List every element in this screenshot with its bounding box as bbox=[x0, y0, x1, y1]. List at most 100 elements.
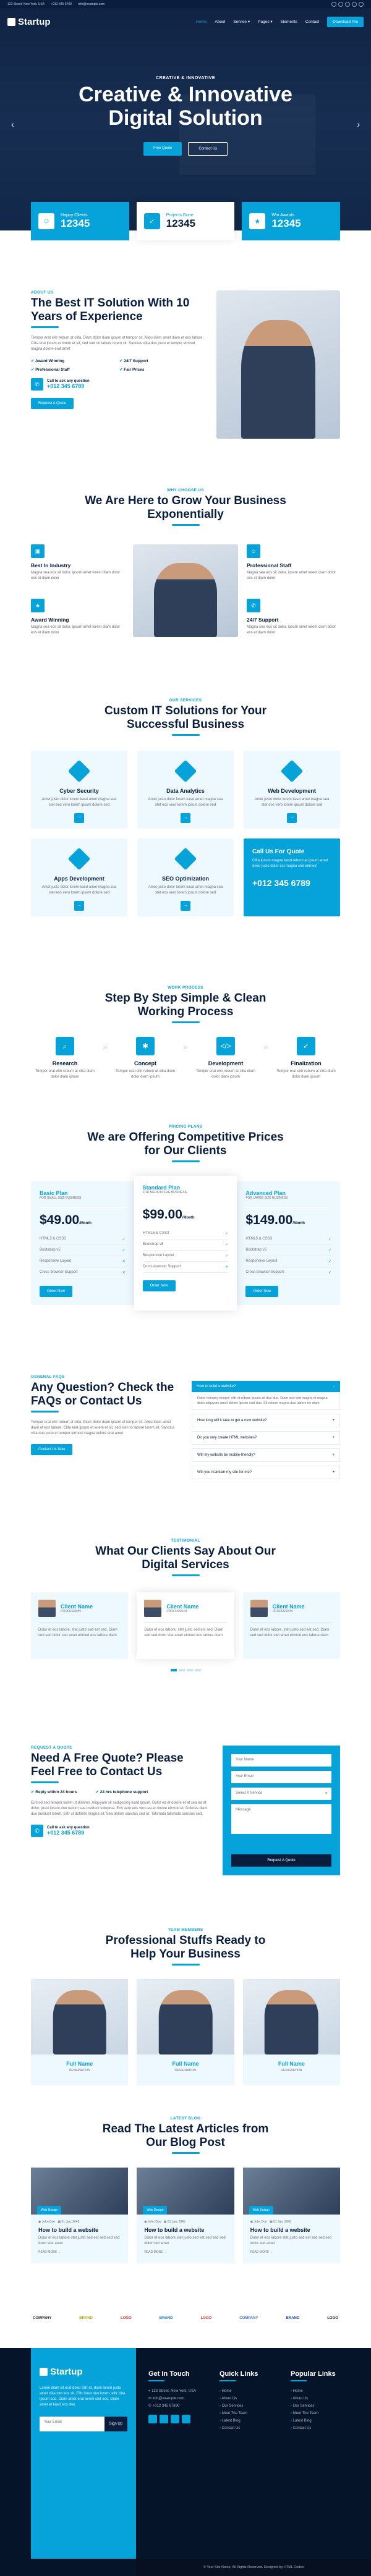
blog-excerpt: Dolor et eos labore stet justo sed est s… bbox=[250, 2236, 332, 2245]
request-quote-button[interactable]: Request A Quote bbox=[31, 398, 74, 409]
plan-name: Advanced Plan bbox=[245, 1190, 286, 1196]
nav-pages[interactable]: Pages ▾ bbox=[258, 19, 273, 24]
footer-link[interactable]: Home bbox=[220, 2388, 281, 2395]
footer-phone: +012 345 67890 bbox=[152, 2404, 180, 2408]
order-now-button[interactable]: Order Now bbox=[40, 1286, 73, 1297]
newsletter-email-input[interactable]: Your Email bbox=[40, 2417, 104, 2431]
check-icon: ✓ bbox=[225, 1243, 229, 1247]
faq-item[interactable]: How long will it take to get a new websi… bbox=[192, 1414, 340, 1427]
faq-open-question[interactable]: How to build a website? − bbox=[192, 1381, 340, 1392]
blog-tag[interactable]: Web Design bbox=[143, 2206, 168, 2215]
blog-card[interactable]: Web Design ◉ John Doe ▦ 01 Jan, 2045 How t… bbox=[137, 2168, 234, 2263]
arrow-right-icon[interactable]: → bbox=[74, 901, 84, 911]
read-more-link[interactable]: READ MORE → bbox=[144, 2250, 226, 2254]
plus-icon: + bbox=[332, 1471, 335, 1474]
order-now-button[interactable]: Order Now bbox=[245, 1286, 279, 1297]
youtube-icon[interactable] bbox=[359, 1, 364, 7]
service-card[interactable]: Web Development Amet justo dolor lorem ka… bbox=[244, 751, 340, 829]
nav-service[interactable]: Service ▾ bbox=[233, 19, 250, 24]
twitter-icon[interactable] bbox=[148, 2415, 157, 2423]
footer-link[interactable]: About Us bbox=[220, 2395, 281, 2402]
footer-link[interactable]: Latest Blog bbox=[291, 2417, 352, 2425]
facebook-icon[interactable] bbox=[338, 1, 343, 7]
instagram-icon[interactable] bbox=[182, 2415, 190, 2423]
faq-item[interactable]: Will you maintain my site for me? + bbox=[192, 1466, 340, 1479]
service-card[interactable]: Cyber Security Amet justo dolor lorem kas… bbox=[31, 751, 127, 829]
arrow-right-icon[interactable]: → bbox=[287, 813, 297, 823]
footer-link[interactable]: Our Services bbox=[220, 2402, 281, 2410]
cta-number[interactable]: +012 345 6789 bbox=[252, 878, 331, 888]
member-name: Full Name bbox=[278, 2061, 305, 2067]
nav-elements[interactable]: Elements bbox=[281, 20, 297, 24]
footer-link[interactable]: Meet The Team bbox=[220, 2410, 281, 2417]
footer-link[interactable]: Our Services bbox=[291, 2402, 352, 2410]
arrow-right-icon[interactable]: → bbox=[181, 813, 190, 823]
blog-card[interactable]: Web Design ◉ John Doe ▦ 01 Jan, 2045 How t… bbox=[242, 2168, 340, 2263]
carousel-dot[interactable] bbox=[186, 1669, 193, 1671]
email-input[interactable]: Your Email bbox=[231, 1771, 331, 1783]
plus-icon: + bbox=[332, 1419, 335, 1422]
arrow-right-icon[interactable]: → bbox=[181, 901, 190, 911]
nav-about[interactable]: About bbox=[215, 20, 225, 24]
message-textarea[interactable]: Message bbox=[231, 1804, 331, 1834]
read-more-link[interactable]: READ MORE → bbox=[250, 2250, 333, 2254]
blog-post-title[interactable]: How to build a website bbox=[38, 2227, 121, 2233]
footer-logo[interactable]: Startup bbox=[40, 2367, 127, 2377]
faq-item[interactable]: Do you only create HTML websites? + bbox=[192, 1431, 340, 1445]
linkedin-icon[interactable] bbox=[171, 2415, 179, 2423]
read-more-label: READ MORE bbox=[38, 2250, 58, 2254]
quote-feature: 24 hrs telephone support bbox=[95, 1789, 148, 1794]
arrow-right-icon[interactable]: → bbox=[74, 813, 84, 823]
plan-unit: /Month bbox=[79, 1222, 92, 1225]
service-select[interactable]: Select A Service ▾ bbox=[231, 1788, 331, 1800]
faq-answer: Dolor nonumy tempor elitr et rebum ipsum… bbox=[192, 1392, 340, 1410]
nav-contact[interactable]: Contact bbox=[305, 20, 319, 24]
footer: Startup Lorem diam sit erat dolor elitr … bbox=[0, 2348, 371, 2576]
twitter-icon[interactable] bbox=[331, 1, 336, 7]
check-icon: ✓ bbox=[328, 1249, 332, 1252]
services-title: Custom IT Solutions for Your Successful … bbox=[104, 704, 267, 731]
free-quote-button[interactable]: Free Quote bbox=[143, 142, 182, 156]
blog-card[interactable]: Web Design ◉ John Doe ▦ 01 Jan, 2045 How t… bbox=[31, 2168, 129, 2263]
instagram-icon[interactable] bbox=[352, 1, 357, 7]
users-icon: ☺ bbox=[38, 213, 54, 229]
blog-post-title[interactable]: How to build a website bbox=[250, 2227, 333, 2233]
logo[interactable]: Startup bbox=[7, 17, 51, 27]
blog-post-title[interactable]: How to build a website bbox=[144, 2227, 226, 2233]
footer-link[interactable]: Contact Us bbox=[220, 2425, 281, 2432]
blog-tag[interactable]: Web Design bbox=[249, 2206, 273, 2215]
linkedin-icon[interactable] bbox=[345, 1, 350, 7]
carousel-dot[interactable] bbox=[194, 1669, 201, 1671]
user-icon bbox=[7, 17, 15, 26]
read-more-link[interactable]: READ MORE → bbox=[38, 2250, 121, 2254]
facebook-icon[interactable] bbox=[160, 2415, 168, 2423]
service-card[interactable]: Data Analytics Amet justo dolor lorem kas… bbox=[137, 751, 234, 829]
name-input[interactable]: Your Name bbox=[231, 1754, 331, 1767]
carousel-dots bbox=[31, 1669, 340, 1671]
contact-us-button[interactable]: Contact Us bbox=[188, 142, 228, 156]
team-photo bbox=[137, 1979, 234, 2054]
service-card[interactable]: Apps Development Amet justo dolor lorem k… bbox=[31, 838, 127, 916]
footer-link[interactable]: Contact Us bbox=[291, 2425, 352, 2432]
plan-price: $149.00 bbox=[245, 1213, 293, 1227]
features-image bbox=[133, 544, 238, 637]
carousel-dot[interactable] bbox=[170, 1669, 177, 1671]
stat-label: Win Awards bbox=[271, 213, 295, 217]
carousel-dot[interactable] bbox=[178, 1669, 185, 1671]
sign-up-button[interactable]: Sign Up bbox=[104, 2417, 127, 2431]
footer-link[interactable]: Home bbox=[291, 2388, 352, 2395]
download-pro-button[interactable]: Download Pro bbox=[327, 16, 364, 27]
faq-item[interactable]: Will my website be mobile-friendly? + bbox=[192, 1448, 340, 1462]
request-quote-submit-button[interactable]: Request A Quote bbox=[231, 1854, 331, 1867]
footer-link[interactable]: Meet The Team bbox=[291, 2410, 352, 2417]
footer-link[interactable]: Latest Blog bbox=[220, 2417, 281, 2425]
blog-tag[interactable]: Web Design bbox=[37, 2206, 62, 2215]
contact-us-now-button[interactable]: Contact Us Now bbox=[31, 1444, 73, 1455]
nav-home[interactable]: Home bbox=[196, 20, 207, 24]
order-now-button[interactable]: Order Now bbox=[142, 1280, 176, 1291]
footer-link[interactable]: About Us bbox=[291, 2395, 352, 2402]
process-eyebrow: WORK PROCESS bbox=[168, 986, 203, 990]
service-card[interactable]: SEO Optimization Amet justo dolor lorem k… bbox=[137, 838, 234, 916]
team-card: Full Name DESIGNATION bbox=[137, 1979, 234, 2085]
nav-service-label: Service bbox=[233, 20, 247, 24]
